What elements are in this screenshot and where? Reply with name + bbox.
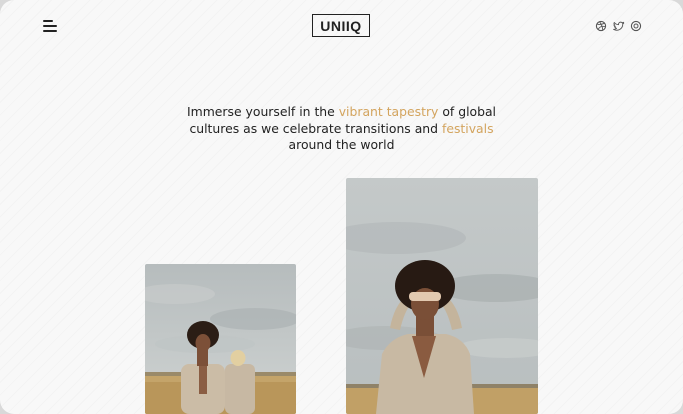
instagram-icon[interactable] (630, 20, 642, 32)
twitter-icon[interactable] (613, 20, 625, 32)
gallery-photo-couple[interactable] (145, 264, 296, 414)
hero-text-part: Immerse yourself in the (187, 104, 339, 119)
gallery-photo-hands-over-eyes[interactable] (346, 178, 538, 414)
logo[interactable]: UNIIQ (312, 14, 370, 37)
menu-icon (43, 20, 53, 22)
menu-icon-line (43, 25, 57, 27)
hero-text-part: around the world (288, 137, 395, 153)
menu-icon-line (43, 30, 57, 32)
hero-text: Immerse yourself in the vibrant tapestry… (180, 104, 503, 154)
hero-highlight-festivals: festivals (441, 120, 494, 136)
hero-highlight-vibrant-tapestry: vibrant tapestry (338, 104, 439, 119)
dribbble-icon[interactable] (595, 20, 607, 32)
page: UNIIQ Immerse yourself in the vibrant ta… (0, 0, 683, 414)
menu-button[interactable] (43, 19, 59, 33)
